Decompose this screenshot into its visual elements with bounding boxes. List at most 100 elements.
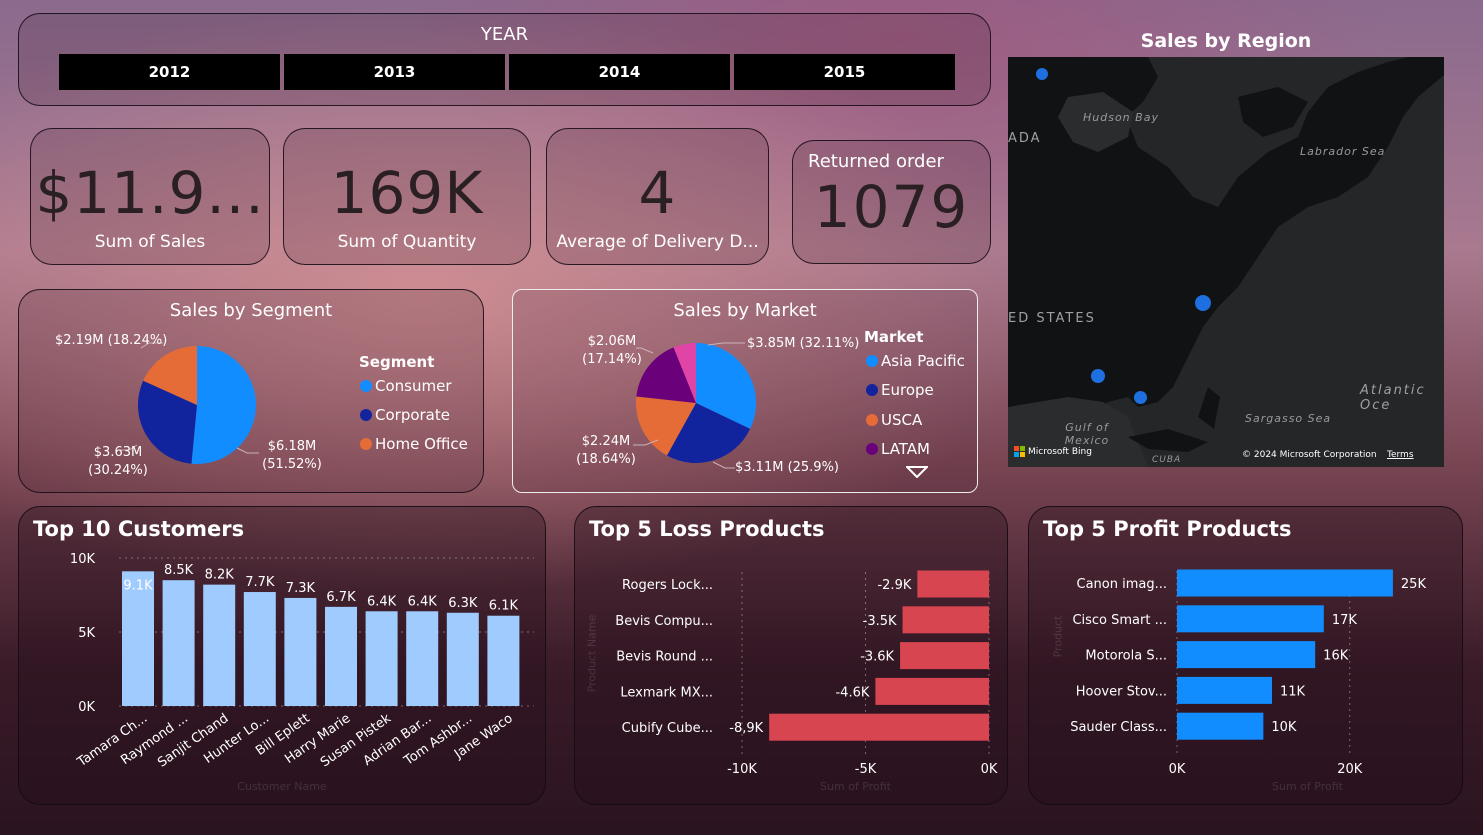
data-label: 8.5K: [164, 563, 194, 578]
bar-hoover-stov[interactable]: [1177, 676, 1272, 704]
kpi-delivery-card[interactable]: 4 Average of Delivery D...: [546, 128, 769, 265]
x-tick-label: 0K: [1169, 762, 1186, 777]
y-tick-label: Sauder Class...: [1070, 720, 1167, 735]
legend-item-consumer[interactable]: Consumer: [360, 377, 452, 395]
bar-motorola-s[interactable]: [1177, 641, 1316, 669]
map-bubble-east[interactable]: [1195, 295, 1211, 311]
legend-dot-icon: [360, 438, 372, 450]
bar-hunter-lo[interactable]: [243, 592, 276, 706]
segment-label-home-office: $2.19M (18.24%): [55, 333, 168, 348]
legend-label-consumer: Consumer: [375, 377, 452, 395]
year-button-2012[interactable]: 2012: [59, 54, 280, 90]
map-bubble-north[interactable]: [1036, 68, 1048, 80]
bar-sanjit-chand[interactable]: [203, 584, 236, 706]
year-button-2014[interactable]: 2014: [509, 54, 730, 90]
map-label-canada: ADA: [1008, 131, 1042, 146]
legend-dot-icon: [866, 443, 878, 455]
data-label: -3.5K: [863, 614, 897, 629]
data-label: 6.7K: [326, 590, 356, 605]
loss-products-chart[interactable]: -10K -5K 0K Rogers Lock... -2.9K Bevis Compu.…: [575, 507, 1009, 806]
legend-item-latam[interactable]: LATAM: [866, 440, 930, 458]
kpi-sales-card[interactable]: $11.9... Sum of Sales: [30, 128, 270, 265]
bar-raymond[interactable]: [162, 580, 195, 706]
data-label: 6.1K: [489, 599, 519, 614]
data-label: 9.1K: [123, 578, 153, 593]
bar-cisco-smart[interactable]: [1177, 605, 1324, 633]
market-label-asia-pacific: $3.85M (32.11%): [747, 336, 860, 351]
year-button-2013[interactable]: 2013: [284, 54, 505, 90]
top-customers-card[interactable]: Top 10 Customers 0K 5K 10K 9.1K Tamara Ch...…: [18, 506, 546, 805]
y-tick-label: 0K: [78, 700, 95, 715]
bar-tom-ashbr[interactable]: [446, 612, 479, 706]
top-customers-xlabel: Customer Name: [237, 780, 327, 793]
legend-item-asia-pacific[interactable]: Asia Pacific: [866, 352, 965, 370]
legend-dot-icon: [360, 409, 372, 421]
map-terms-link[interactable]: Terms: [1387, 450, 1414, 460]
kpi-returned-value: 1079: [813, 173, 970, 241]
kpi-quantity-label: Sum of Quantity: [337, 232, 477, 252]
data-label: 8.2K: [205, 568, 235, 583]
legend-item-corporate[interactable]: Corporate: [360, 406, 450, 424]
kpi-quantity-card[interactable]: 169K Sum of Quantity: [283, 128, 531, 265]
bar-bevis-compu[interactable]: [902, 606, 989, 634]
legend-item-europe[interactable]: Europe: [866, 381, 934, 399]
year-slicer-title: YEAR: [480, 24, 529, 45]
profit-products-chart[interactable]: 0K 20K Canon imag... 25K Cisco Smart ... 17K M…: [1029, 507, 1464, 806]
bing-logo: Microsoft Bing: [1014, 446, 1092, 457]
bar-susan-pistek[interactable]: [365, 611, 398, 706]
y-tick-label: Cisco Smart ...: [1072, 613, 1167, 628]
data-label: 6.4K: [367, 594, 397, 609]
bar-harry-marie[interactable]: [325, 606, 357, 706]
loss-products-card[interactable]: Top 5 Loss Products -10K -5K 0K Rogers Lock…: [574, 506, 1008, 805]
y-tick-label: Motorola S...: [1085, 649, 1167, 664]
bar-lexmark-mx[interactable]: [875, 677, 989, 705]
data-label: 25K: [1401, 577, 1427, 592]
bar-rogers-lock[interactable]: [917, 570, 989, 598]
region-map[interactable]: Hudson Bay Labrador Sea ADA ED STATES At…: [1008, 57, 1444, 467]
y-tick-label: 10K: [70, 552, 96, 567]
y-tick-label: 5K: [78, 626, 95, 641]
map-bubble-southeast[interactable]: [1134, 391, 1147, 404]
legend-item-home-office[interactable]: Home Office: [360, 435, 468, 453]
bar-canon-imag[interactable]: [1177, 569, 1393, 597]
segment-pie-card[interactable]: Sales by Segment $2.19M (18.24%) $3.63M …: [18, 289, 484, 493]
pie-leader-line: [712, 461, 735, 469]
data-label: 16K: [1323, 649, 1349, 664]
legend-dot-icon: [360, 380, 372, 392]
market-pie-card[interactable]: Sales by Market $2.06M (17.14%) $3.85M (…: [512, 289, 978, 493]
data-label: -2.9K: [877, 578, 911, 593]
profit-products-card[interactable]: Top 5 Profit Products 0K 20K Canon imag...…: [1028, 506, 1463, 805]
bar-cubify-cube[interactable]: [769, 713, 989, 741]
segment-label-consumer: $6.18M (51.52%): [257, 438, 327, 474]
top-customers-chart[interactable]: 0K5K10K9.1KTamara Ch...8.5KRaymond ...8.…: [19, 507, 547, 806]
legend-dot-icon: [866, 355, 878, 367]
kpi-returned-title: Returned order: [808, 151, 944, 172]
bar-adrian-bar[interactable]: [406, 611, 439, 706]
legend-label-asia-pacific: Asia Pacific: [881, 352, 965, 370]
y-tick-label: Cubify Cube...: [622, 721, 713, 736]
map-label-gulf: Gulf of Mexico: [1064, 421, 1110, 447]
map-title: Sales by Region: [1140, 30, 1312, 52]
data-label: -4.6K: [835, 685, 869, 700]
data-label: 6.3K: [448, 596, 478, 611]
data-label: 7.7K: [245, 575, 275, 590]
legend-item-usca[interactable]: USCA: [866, 411, 922, 429]
bar-jane-waco[interactable]: [487, 615, 520, 706]
bar-sauder-class[interactable]: [1177, 712, 1264, 740]
y-tick-label: Hoover Stov...: [1076, 684, 1167, 699]
map-bubble-south[interactable]: [1091, 369, 1105, 383]
year-button-2015[interactable]: 2015: [734, 54, 955, 90]
y-tick-label: Canon imag...: [1077, 577, 1168, 592]
year-slicer: YEAR 2012 2013 2014 2015: [18, 13, 991, 106]
legend-scroll-down-icon[interactable]: [906, 466, 928, 478]
y-tick-label: Bevis Round ...: [616, 650, 713, 665]
bar-bevis-round[interactable]: [900, 642, 989, 670]
kpi-returned-card[interactable]: Returned order 1079: [792, 140, 991, 264]
pie-slice-consumer[interactable]: [191, 346, 256, 464]
pie-leader-line: [236, 447, 259, 454]
bar-bill-eplett[interactable]: [284, 597, 317, 706]
map-label-labrador-sea: Labrador Sea: [1300, 145, 1386, 158]
data-label: 7.3K: [286, 581, 316, 596]
market-legend-title: Market: [864, 328, 924, 346]
profit-products-ylabel: Product: [1051, 615, 1065, 658]
